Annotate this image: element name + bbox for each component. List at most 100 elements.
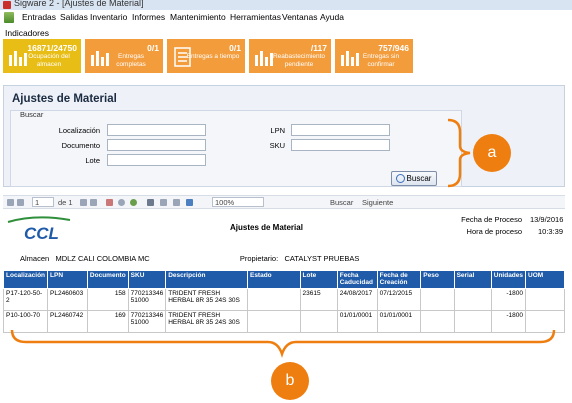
menu-mantenimiento[interactable]: Mantenimiento: [170, 12, 226, 22]
menu-ayuda[interactable]: Ayuda: [320, 12, 344, 22]
menu-ventanas[interactable]: Ventanas: [282, 12, 317, 22]
print-icon[interactable]: [147, 199, 154, 206]
svg-text:CCL: CCL: [24, 224, 59, 242]
ccl-logo: CCL: [7, 216, 71, 242]
sku-label: SKU: [269, 141, 285, 150]
owner-value: CATALYST PRUEBAS: [284, 254, 360, 263]
menu-salidas[interactable]: Salidas: [60, 12, 88, 22]
kpi-tile-ocupacion[interactable]: 16871/24750 Ocupación del almacen: [3, 39, 81, 73]
table-cell: [453, 288, 492, 311]
window-title: Sigware 2 - [Ajustes de Material]: [14, 0, 144, 8]
lpn-label: LPN: [270, 126, 285, 135]
kpi-tile-reabastecimiento[interactable]: /117 Reabastecimiento pendiente: [249, 39, 331, 73]
page-number-input[interactable]: 1: [32, 197, 54, 207]
page-setup-icon[interactable]: [173, 199, 180, 206]
annotation-bracket-a: [447, 118, 471, 188]
report-toolbar: [3, 195, 565, 209]
column-header: Localización: [2, 270, 49, 289]
kpi-value: 0/1: [229, 43, 241, 53]
annotation-badge-b: b: [271, 362, 309, 400]
kpi-value: 16871/24750: [27, 43, 77, 53]
lote-input[interactable]: [107, 154, 206, 166]
table-cell: PL2460603: [47, 288, 88, 311]
search-group-label: Buscar: [20, 110, 44, 119]
localizacion-label: Localización: [58, 126, 100, 135]
column-header: Fecha de Creación: [376, 270, 422, 289]
form-title: Ajustes de Material: [12, 93, 117, 105]
export-icon[interactable]: [186, 199, 193, 206]
column-header: Fecha Caducidad: [336, 270, 378, 289]
warehouse-value: MDLZ CALI COLOMBIA MC: [55, 254, 150, 263]
kpi-tile-sin-confirmar[interactable]: 757/946 Entregas sin confirmar: [335, 39, 413, 73]
report-title: Ajustes de Material: [230, 223, 303, 232]
kpi-tile-entregas-tiempo[interactable]: 0/1 Entregas a tiempo: [167, 39, 245, 73]
warehouse-label: Almacen: [20, 254, 50, 263]
title-bar: Sigware 2 - [Ajustes de Material]: [0, 0, 572, 10]
column-header: SKU: [127, 270, 167, 289]
process-date-value: 13/9/2016: [530, 215, 564, 224]
indicators-label: Indicadores: [5, 28, 49, 38]
magnifier-icon: [396, 174, 405, 183]
column-header: Descripción: [165, 270, 248, 289]
process-time-label: Hora de proceso: [466, 227, 522, 236]
column-header: Lote: [299, 270, 338, 289]
column-header: UOM: [525, 270, 565, 289]
app-menu-icon[interactable]: [4, 12, 14, 23]
table-cell: [420, 288, 455, 311]
sku-input[interactable]: [291, 139, 390, 151]
table-cell: TRIDENT FRESH HERBAL 8R 35 24S 30S: [165, 288, 248, 311]
stop-icon[interactable]: [118, 199, 125, 206]
zoom-select[interactable]: 100%: [212, 197, 264, 207]
app-icon: [3, 1, 11, 9]
annotation-badge-a: a: [473, 134, 511, 172]
kpi-value: 0/1: [147, 43, 159, 53]
column-header: LPN: [47, 270, 88, 289]
table-cell: [246, 288, 301, 311]
process-time-value: 10:3:39: [538, 227, 564, 236]
page-count: de 1: [58, 198, 73, 207]
next-page-icon[interactable]: [80, 199, 87, 206]
lpn-input[interactable]: [291, 124, 390, 136]
kpi-label: Reabastecimiento pendiente: [272, 53, 326, 68]
find-next-link[interactable]: Siguiente: [362, 198, 393, 207]
find-link[interactable]: Buscar: [330, 198, 353, 207]
menu-informes[interactable]: Informes: [132, 12, 165, 22]
kpi-value: 757/946: [378, 43, 409, 53]
last-page-icon[interactable]: [90, 199, 97, 206]
back-icon[interactable]: [106, 199, 113, 206]
documento-input[interactable]: [107, 139, 206, 151]
menu-inventario[interactable]: Inventario: [90, 12, 127, 22]
first-page-icon[interactable]: [7, 199, 14, 206]
table-header-row: Localización LPN Documento SKU Descripci…: [2, 270, 565, 289]
menu-herramientas[interactable]: Herramientas: [230, 12, 281, 22]
documento-label: Documento: [61, 141, 100, 150]
table-cell: 23615: [299, 288, 338, 311]
column-header: Serial: [453, 270, 492, 289]
menu-entradas[interactable]: Entradas: [22, 12, 56, 22]
table-row[interactable]: P17-120-50-2 PL2460603 158 770213346 510…: [2, 288, 565, 311]
refresh-icon[interactable]: [130, 199, 137, 206]
kpi-label: Entregas sin confirmar: [362, 53, 400, 68]
kpi-value: /117: [310, 43, 327, 53]
kpi-label: Entregas a tiempo: [186, 53, 240, 60]
kpi-label: Ocupación del almacen: [28, 53, 70, 68]
table-cell: 24/08/2017: [336, 288, 378, 311]
print-layout-icon[interactable]: [160, 199, 167, 206]
owner-label: Propietario:: [239, 254, 279, 263]
table-cell: [525, 288, 565, 311]
annotation-bracket-b: [10, 329, 556, 358]
table-cell: -1800: [490, 288, 527, 311]
column-header: Estado: [246, 270, 301, 289]
kpi-label: Entregas completas: [116, 53, 146, 68]
column-header: Unidades: [490, 270, 527, 289]
process-date-label: Fecha de Proceso: [461, 215, 522, 224]
kpi-tile-entregas-completas[interactable]: 0/1 Entregas completas: [85, 39, 163, 73]
warehouse-line: Almacen MDLZ CALI COLOMBIA MC Propietari…: [20, 254, 359, 263]
column-header: Documento: [86, 270, 129, 289]
search-button[interactable]: Buscar: [391, 171, 437, 186]
previous-page-icon[interactable]: [17, 199, 24, 206]
column-header: Peso: [420, 270, 455, 289]
table-cell: 770213346 51000: [127, 288, 167, 311]
localizacion-input[interactable]: [107, 124, 206, 136]
table-cell: P17-120-50-2: [2, 288, 49, 311]
